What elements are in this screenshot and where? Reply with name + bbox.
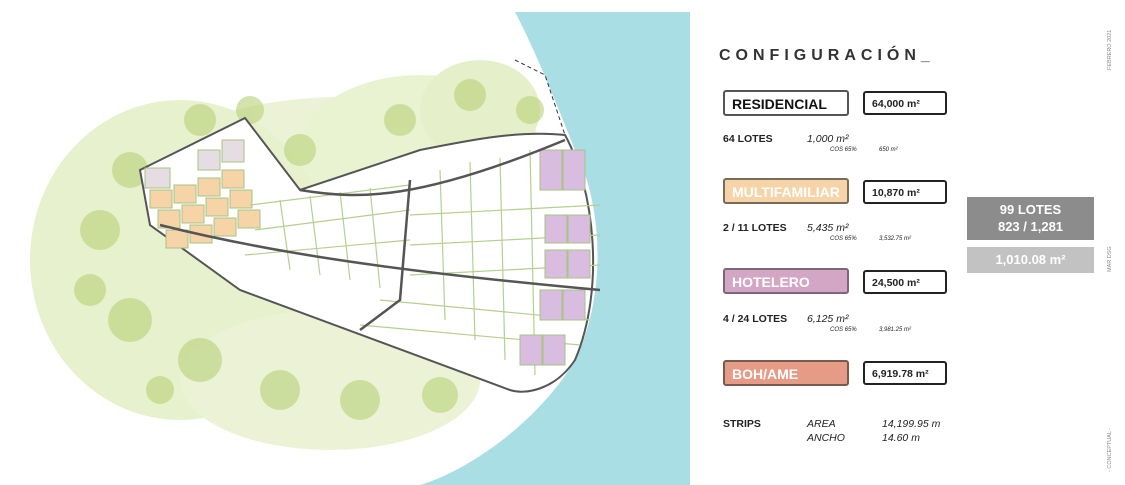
strips-label: STRIPS	[723, 418, 761, 430]
summary-lotes: 99 LOTES 823 / 1,281	[967, 197, 1094, 240]
site-master-plan	[30, 12, 690, 485]
hotelero-cos-value: 3,981.25 m²	[879, 327, 912, 333]
multifamiliar-area: 10,870 m²	[863, 180, 947, 204]
multifamiliar-cos-value: 3,532.75 m²	[879, 236, 912, 242]
strips-ancho-label: ANCHO	[807, 432, 845, 444]
hotelero-label: HOTELERO	[723, 268, 849, 294]
hotelero-area: 24,500 m²	[863, 270, 947, 294]
side-date: FEBRERO 2021	[1107, 29, 1113, 70]
boh-area: 6,919.78 m²	[863, 361, 947, 385]
side-author: MAR DSG	[1107, 246, 1113, 272]
multifamiliar-lotes: 2 / 11 LOTES	[723, 222, 787, 234]
summary-total-area: 1,010.08 m²	[967, 247, 1094, 273]
strips-area-label: AREA	[807, 418, 836, 430]
multifamiliar-cos: COS 65%	[830, 236, 857, 242]
residencial-cos: COS 65%	[830, 147, 857, 153]
residencial-label: RESIDENCIAL	[723, 90, 849, 116]
boh-label: BOH/AME	[723, 360, 849, 386]
side-phase: - CONCEPTUAL -	[1107, 427, 1113, 472]
hotelero-lotes: 4 / 24 LOTES	[723, 313, 788, 325]
summary-line2: 823 / 1,281	[997, 219, 1064, 234]
strips-area-value: 14,199.95 m	[882, 418, 941, 430]
multifamiliar-lot-area: 5,435 m²	[807, 222, 849, 234]
strips-ancho-value: 14.60 m	[882, 432, 920, 444]
residencial-area: 64,000 m²	[863, 91, 947, 115]
summary-line1: 99 LOTES	[999, 202, 1062, 217]
residencial-cos-value: 650 m²	[879, 147, 898, 153]
residencial-lot-area: 1,000 m²	[807, 133, 849, 145]
hotelero-cos: COS 65%	[830, 327, 857, 333]
hotelero-lot-area: 6,125 m²	[807, 313, 849, 325]
page-title: CONFIGURACIÓN_	[719, 47, 935, 64]
multifamiliar-label: MULTIFAMILIAR	[723, 178, 849, 204]
residencial-lotes: 64 LOTES	[723, 133, 773, 145]
